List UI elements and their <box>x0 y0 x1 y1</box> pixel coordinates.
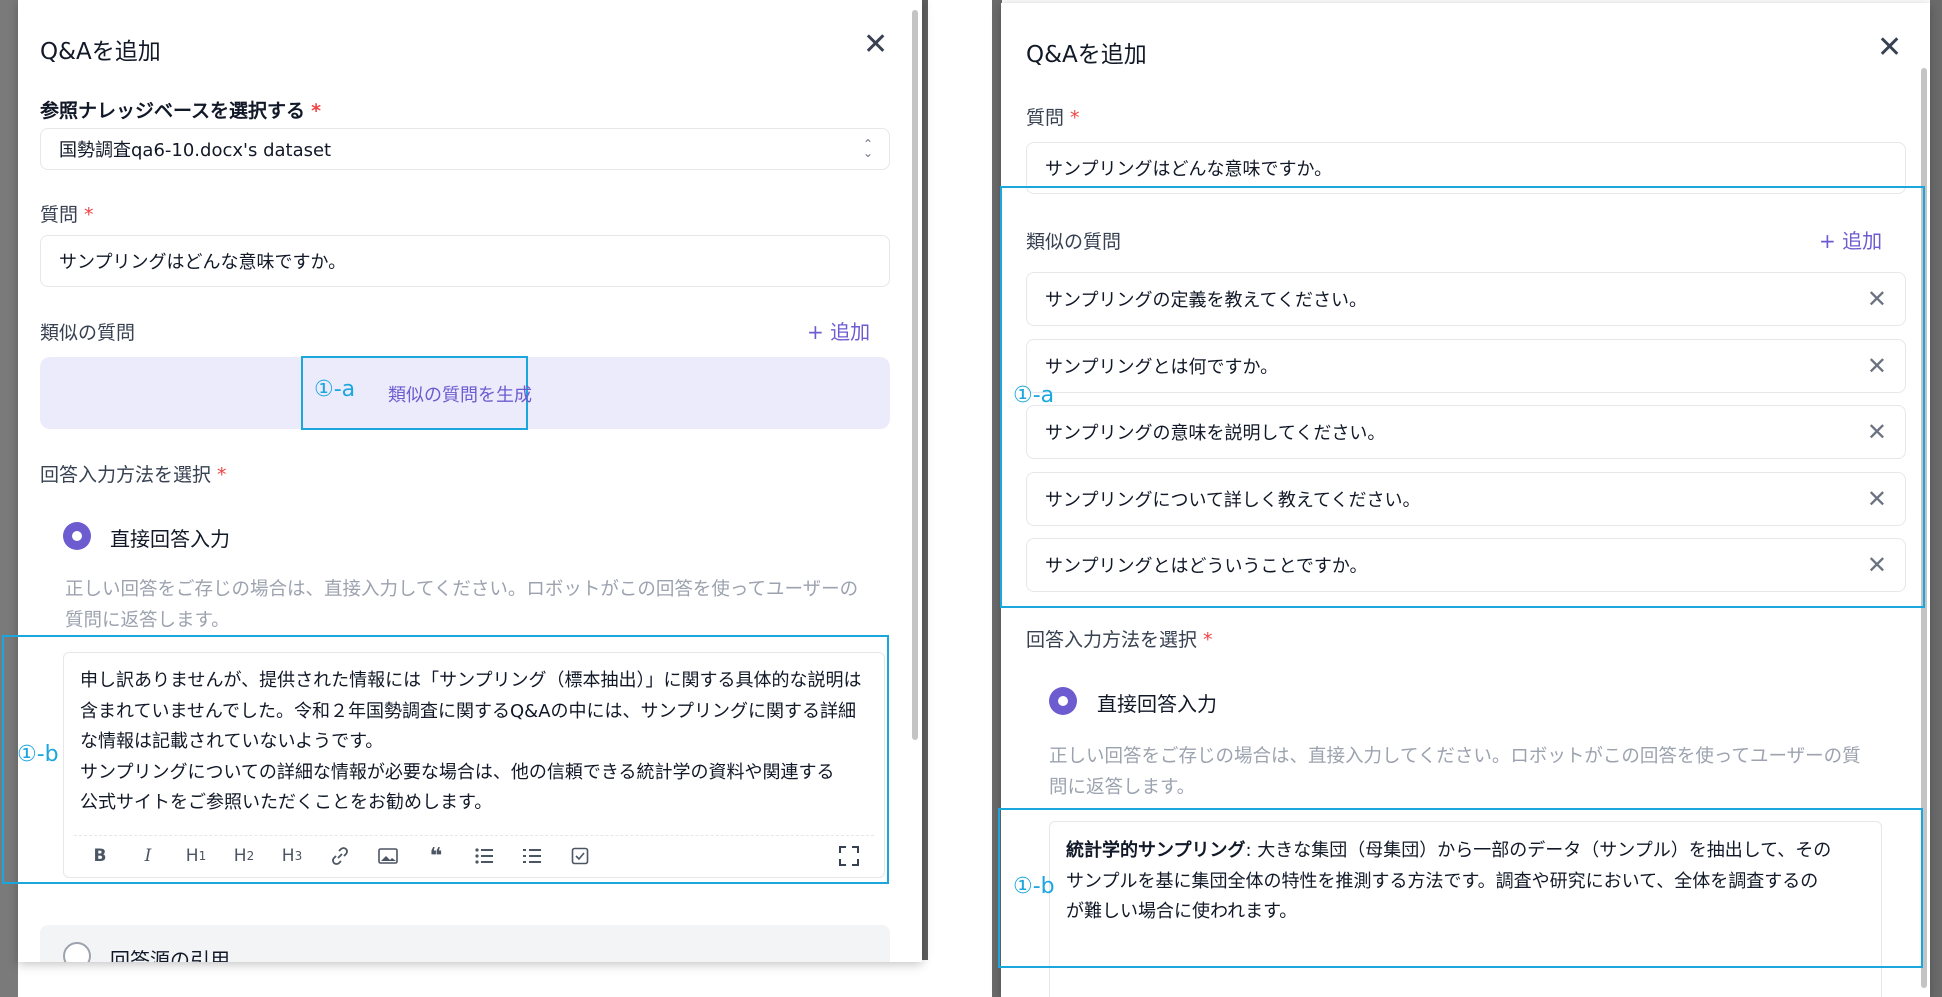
required-mark: * <box>311 100 321 122</box>
kb-select-label: 参照ナレッジベースを選択する * <box>40 96 321 123</box>
required-mark: * <box>1203 629 1213 651</box>
question-input-value: サンプリングはどんな意味ですか。 <box>1045 159 1333 180</box>
generate-similar-button[interactable]: 類似の質問を生成 <box>388 381 532 407</box>
direct-answer-hint: 正しい回答をご存じの場合は、直接入力してください。ロボットがこの回答を使ってユー… <box>65 579 859 631</box>
answer-method-label-text: 回答入力方法を選択 <box>40 464 212 486</box>
backdrop-strip-far-right <box>1930 0 1942 997</box>
answer-method-label: 回答入力方法を選択 * <box>1026 625 1213 652</box>
direct-answer-hint: 正しい回答をご存じの場合は、直接入力してください。ロボットがこの回答を使ってユー… <box>1049 746 1861 798</box>
similar-questions-label: 類似の質問 <box>40 322 136 344</box>
dialog-title: Q&Aを追加 <box>40 39 161 65</box>
direct-answer-radio[interactable] <box>1049 687 1077 715</box>
annotation-label-b: ①-b <box>17 742 59 767</box>
answer-method-label: 回答入力方法を選択 * <box>40 460 227 487</box>
annotation-box-b <box>2 635 889 884</box>
chevron-updown-icon: ⌃ ⌄ <box>862 137 873 160</box>
scrollbar-thumb[interactable] <box>912 10 918 740</box>
kb-select-value: 国勢調査qa6-10.docx's dataset <box>59 140 332 161</box>
direct-answer-label: 直接回答入力 <box>1097 692 1217 716</box>
kb-select[interactable]: 国勢調査qa6-10.docx's dataset ⌃ ⌄ <box>40 128 890 170</box>
annotation-label-a: ①-a <box>1013 383 1055 408</box>
answer-source-radio[interactable] <box>63 942 91 962</box>
annotation-label-a: ①-a <box>314 377 356 402</box>
required-mark: * <box>1070 107 1080 129</box>
add-similar-button[interactable]: + 追加 <box>807 316 870 345</box>
close-icon[interactable]: ✕ <box>863 30 888 60</box>
direct-answer-radio[interactable] <box>63 522 91 550</box>
required-mark: * <box>217 464 227 486</box>
question-label-text: 質問 <box>1026 107 1065 129</box>
question-label-text: 質問 <box>40 204 79 226</box>
kb-select-label-text: 参照ナレッジベースを選択する <box>40 100 306 122</box>
question-label: 質問 * <box>1026 103 1080 130</box>
annotation-label-b: ①-b <box>1013 874 1055 899</box>
answer-method-label-text: 回答入力方法を選択 <box>1026 629 1198 651</box>
annotation-box-a <box>1000 186 1925 608</box>
annotation-box-b <box>998 808 1923 968</box>
question-input-value: サンプリングはどんな意味ですか。 <box>59 252 347 273</box>
required-mark: * <box>84 204 94 226</box>
answer-source-label: 回答源の引用 <box>110 948 230 962</box>
dialog-title: Q&Aを追加 <box>1026 42 1147 68</box>
question-input[interactable]: サンプリングはどんな意味ですか。 <box>40 235 890 287</box>
question-label: 質問 * <box>40 200 94 227</box>
direct-answer-label: 直接回答入力 <box>110 527 230 551</box>
close-icon[interactable]: ✕ <box>1877 33 1902 63</box>
